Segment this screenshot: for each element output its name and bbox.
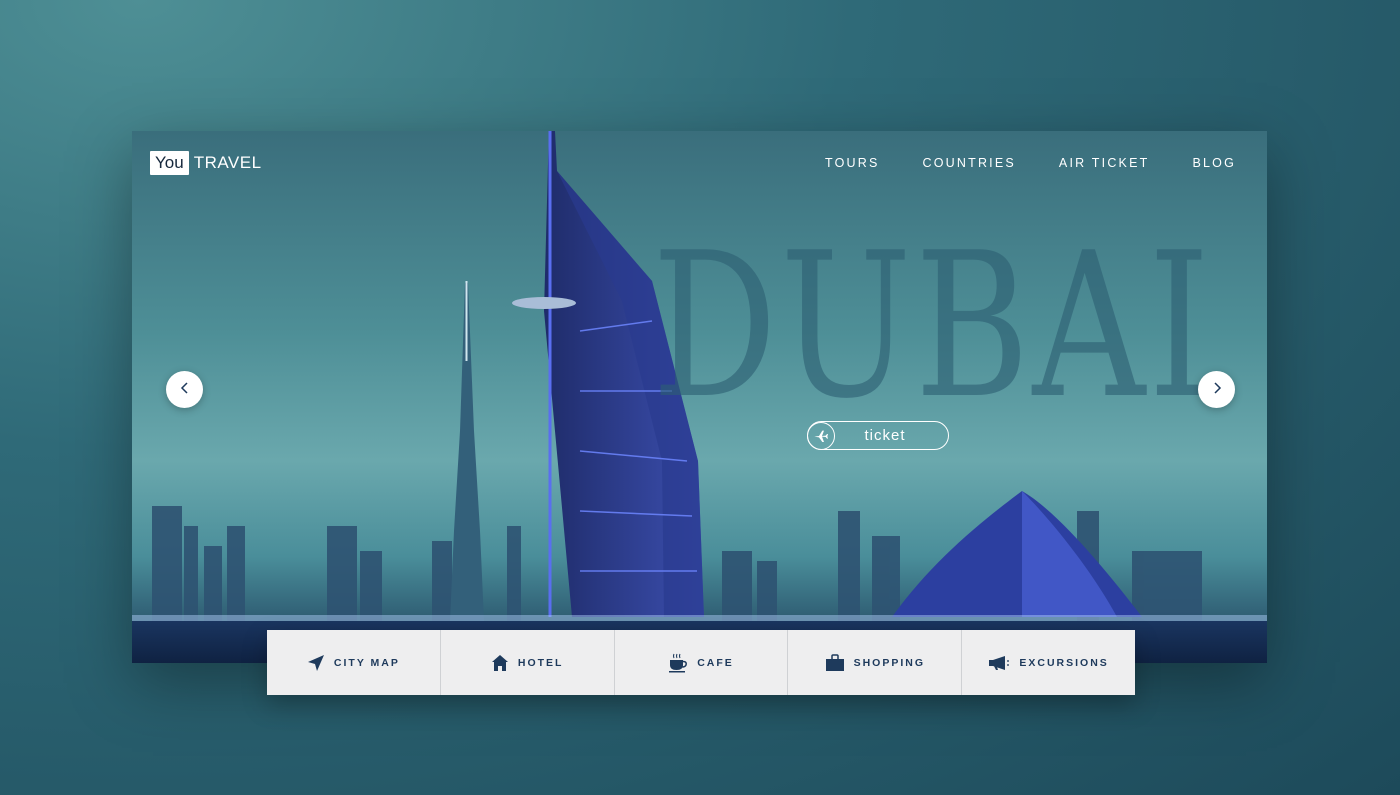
category-bar: CITY MAP HOTEL CAFE SHOPPING EXCURSIONS: [267, 630, 1135, 695]
ticket-label: ticket: [864, 427, 906, 444]
nav-item-tours[interactable]: TOURS: [825, 156, 880, 170]
nav-item-air-ticket[interactable]: AIR TICKET: [1059, 156, 1150, 170]
next-slide-button[interactable]: [1198, 371, 1235, 408]
ticket-button[interactable]: ticket: [806, 421, 949, 450]
category-cafe[interactable]: CAFE: [615, 630, 789, 695]
category-label: HOTEL: [517, 656, 564, 669]
house-icon: [491, 654, 509, 672]
megaphone-icon: [988, 655, 1010, 671]
category-shopping[interactable]: SHOPPING: [788, 630, 963, 695]
category-label: SHOPPING: [853, 656, 925, 669]
logo-box: You: [150, 151, 189, 175]
chevron-right-icon: [1211, 381, 1223, 399]
airplane-icon: [806, 421, 835, 450]
logo[interactable]: You TRAVEL: [150, 151, 262, 175]
hero-banner: You TRAVEL TOURS COUNTRIES AIR TICKET BL…: [132, 131, 1267, 663]
coffee-cup-icon: [668, 653, 688, 673]
category-label: CAFE: [697, 656, 734, 669]
nav-item-countries[interactable]: COUNTRIES: [923, 156, 1016, 170]
category-hotel[interactable]: HOTEL: [441, 630, 615, 695]
category-excursions[interactable]: EXCURSIONS: [962, 630, 1135, 695]
shopping-bag-icon: [825, 653, 845, 672]
prev-slide-button[interactable]: [166, 371, 203, 408]
navigation-arrow-icon: [307, 654, 325, 672]
category-city-map[interactable]: CITY MAP: [267, 630, 441, 695]
category-label: CITY MAP: [333, 656, 400, 669]
main-nav: TOURS COUNTRIES AIR TICKET BLOG: [825, 156, 1236, 170]
hero-title: DUBAI: [652, 210, 1214, 443]
chevron-left-icon: [179, 381, 191, 399]
category-label: EXCURSIONS: [1019, 656, 1109, 669]
nav-item-blog[interactable]: BLOG: [1192, 156, 1236, 170]
logo-text: TRAVEL: [193, 153, 262, 172]
